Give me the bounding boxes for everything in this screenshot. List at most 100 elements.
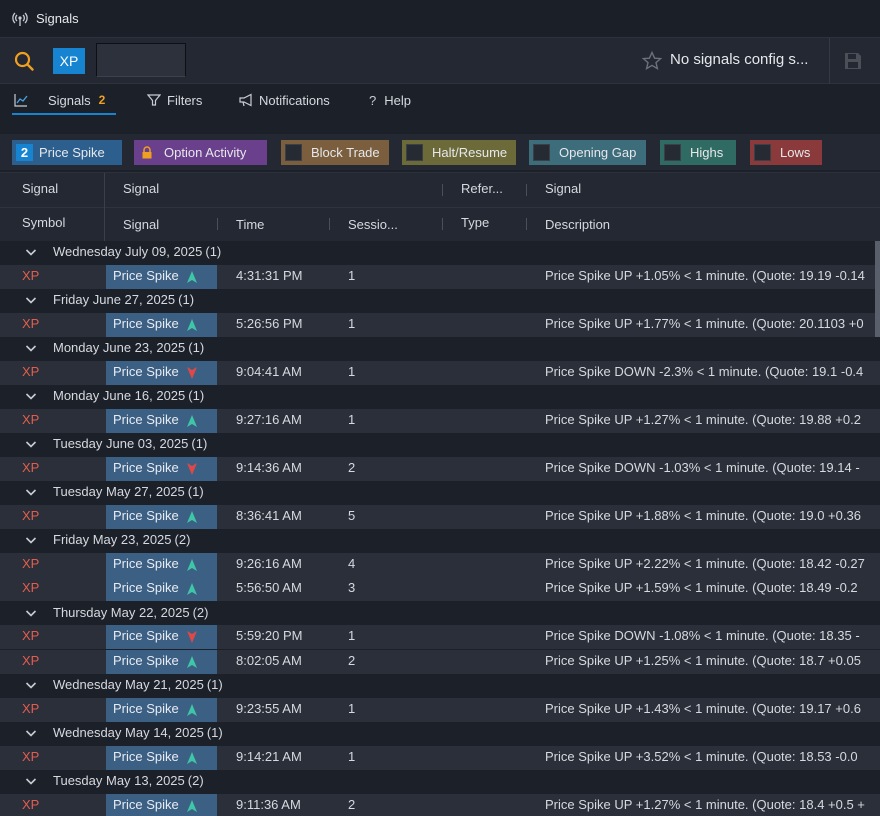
column-header-description[interactable]: Description (545, 217, 610, 232)
column-resize-handle[interactable] (329, 218, 330, 230)
date-group-header[interactable]: Monday June 16, 2025 (1) (0, 385, 880, 408)
chevron-down-icon[interactable] (25, 488, 37, 497)
chevron-down-icon[interactable] (25, 681, 37, 690)
row-symbol[interactable]: XP (22, 460, 39, 475)
row-session: 1 (348, 316, 356, 331)
row-signal[interactable]: Price Spike (106, 361, 217, 385)
date-group-count: (2) (174, 532, 191, 547)
row-signal[interactable]: Price Spike (106, 577, 217, 601)
filter-halt-resume[interactable]: Halt/Resume (402, 140, 516, 165)
row-symbol[interactable]: XP (22, 364, 39, 379)
row-signal[interactable]: Price Spike (106, 650, 217, 674)
chevron-down-icon[interactable] (25, 729, 37, 738)
row-signal[interactable]: Price Spike (106, 794, 217, 816)
filter-option-activity[interactable]: Option Activity (134, 140, 267, 165)
row-symbol[interactable]: XP (22, 316, 39, 331)
row-symbol[interactable]: XP (22, 508, 39, 523)
table-row[interactable]: XP Price Spike 9:11:36 AM 2 Price Spike UP +… (0, 794, 880, 816)
chevron-down-icon[interactable] (25, 440, 37, 449)
chevron-down-icon[interactable] (25, 296, 37, 305)
row-symbol[interactable]: XP (22, 653, 39, 668)
chevron-down-icon[interactable] (25, 536, 37, 545)
filter-lows[interactable]: Lows (750, 140, 822, 165)
table-row[interactable]: XP Price Spike 5:59:20 PM 1 Price Spike DOWN… (0, 625, 880, 649)
row-signal[interactable]: Price Spike (106, 409, 217, 433)
table-row[interactable]: XP Price Spike 4:31:31 PM 1 Price Spike UP +… (0, 265, 880, 289)
date-group-header[interactable]: Wednesday May 21, 2025 (1) (0, 674, 880, 697)
column-group-signal-2: Signal (123, 181, 160, 196)
filter-block-trade[interactable]: Block Trade (281, 140, 389, 165)
column-header-symbol[interactable]: Symbol (22, 215, 65, 230)
column-header-signal[interactable]: Signal (123, 217, 159, 232)
date-group-label: Wednesday May 14, 2025 (1) (53, 725, 223, 740)
date-group-header[interactable]: Friday May 23, 2025 (2) (0, 529, 880, 552)
table-row[interactable]: XP Price Spike 8:36:41 AM 5 Price Spike UP +… (0, 505, 880, 529)
row-time: 9:04:41 AM (236, 364, 302, 379)
table-row[interactable]: XP Price Spike 8:02:05 AM 2 Price Spike UP +… (0, 650, 880, 674)
row-symbol[interactable]: XP (22, 797, 39, 812)
chevron-down-icon[interactable] (25, 344, 37, 353)
tab-filters[interactable]: Filters (147, 84, 202, 116)
row-signal[interactable]: Price Spike (106, 625, 217, 649)
date-group-header[interactable]: Tuesday May 13, 2025 (2) (0, 770, 880, 793)
row-signal[interactable]: Price Spike (106, 313, 217, 337)
row-session: 1 (348, 701, 356, 716)
table-row[interactable]: XP Price Spike 9:04:41 AM 1 Price Spike DOWN… (0, 361, 880, 385)
tab-help[interactable]: ? Help (369, 84, 411, 116)
save-icon[interactable] (843, 51, 863, 71)
symbol-badge[interactable]: XP (53, 48, 85, 74)
date-group-header[interactable]: Wednesday July 09, 2025 (1) (0, 241, 880, 264)
tab-signals[interactable]: Signals 2 (14, 84, 105, 116)
row-signal[interactable]: Price Spike (106, 746, 217, 770)
table-row[interactable]: XP Price Spike 9:26:16 AM 4 Price Spike UP +… (0, 553, 880, 577)
date-group-header[interactable]: Thursday May 22, 2025 (2) (0, 602, 880, 625)
row-symbol[interactable]: XP (22, 749, 39, 764)
column-resize-handle[interactable] (526, 218, 527, 230)
symbol-input[interactable] (96, 43, 186, 77)
row-symbol[interactable]: XP (22, 580, 39, 595)
column-header-type[interactable]: Type (461, 215, 489, 230)
row-symbol[interactable]: XP (22, 412, 39, 427)
row-signal[interactable]: Price Spike (106, 265, 217, 289)
row-symbol[interactable]: XP (22, 268, 39, 283)
column-header-time[interactable]: Time (236, 217, 264, 232)
column-resize-handle[interactable] (217, 218, 218, 230)
date-group-label: Friday May 23, 2025 (2) (53, 532, 190, 547)
tab-notifications[interactable]: Notifications (239, 84, 330, 116)
chevron-down-icon[interactable] (25, 392, 37, 401)
arrow-up-icon (187, 511, 197, 523)
row-symbol[interactable]: XP (22, 701, 39, 716)
star-icon[interactable] (642, 51, 662, 71)
filter-price-spike[interactable]: 2 Price Spike (12, 140, 122, 165)
date-group-label: Thursday May 22, 2025 (2) (53, 605, 208, 620)
table-row[interactable]: XP Price Spike 9:23:55 AM 1 Price Spike UP +… (0, 698, 880, 722)
table-row[interactable]: XP Price Spike 9:14:36 AM 2 Price Spike DOWN… (0, 457, 880, 481)
chevron-down-icon[interactable] (25, 609, 37, 618)
column-resize-handle[interactable] (442, 218, 443, 230)
row-signal[interactable]: Price Spike (106, 457, 217, 481)
chevron-down-icon[interactable] (25, 248, 37, 257)
row-signal[interactable]: Price Spike (106, 553, 217, 577)
date-group-header[interactable]: Friday June 27, 2025 (1) (0, 289, 880, 312)
search-icon[interactable] (13, 50, 35, 72)
date-group-header[interactable]: Wednesday May 14, 2025 (1) (0, 722, 880, 745)
filter-opening-gap[interactable]: Opening Gap (529, 140, 646, 165)
table-row[interactable]: XP Price Spike 5:56:50 AM 3 Price Spike UP +… (0, 577, 880, 601)
row-signal[interactable]: Price Spike (106, 698, 217, 722)
filter-highs[interactable]: Highs (660, 140, 736, 165)
date-group-date: Friday June 27, 2025 (53, 292, 176, 307)
vertical-scrollbar[interactable] (875, 241, 880, 337)
date-group-header[interactable]: Tuesday June 03, 2025 (1) (0, 433, 880, 456)
column-header-session[interactable]: Sessio... (348, 217, 398, 232)
date-group-header[interactable]: Monday June 23, 2025 (1) (0, 337, 880, 360)
row-symbol[interactable]: XP (22, 556, 39, 571)
table-row[interactable]: XP Price Spike 9:14:21 AM 1 Price Spike UP +… (0, 746, 880, 770)
date-group-header[interactable]: Tuesday May 27, 2025 (1) (0, 481, 880, 504)
chevron-down-icon[interactable] (25, 777, 37, 786)
row-signal[interactable]: Price Spike (106, 505, 217, 529)
signals-config-label[interactable]: No signals config s... (670, 51, 808, 68)
table-row[interactable]: XP Price Spike 5:26:56 PM 1 Price Spike UP +… (0, 313, 880, 337)
row-session: 2 (348, 797, 356, 812)
row-symbol[interactable]: XP (22, 628, 39, 643)
table-row[interactable]: XP Price Spike 9:27:16 AM 1 Price Spike UP +… (0, 409, 880, 433)
